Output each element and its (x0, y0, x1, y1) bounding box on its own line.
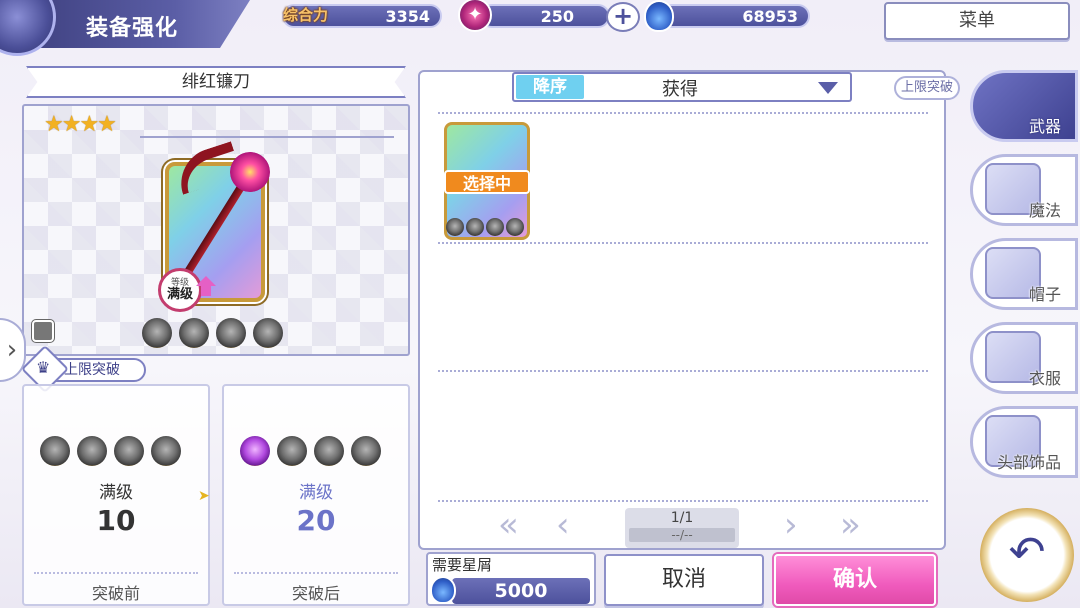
flower-icon (230, 152, 270, 192)
after-level-label: 满级 (299, 483, 333, 503)
tab-head-accessory[interactable]: 头部饰品 (970, 406, 1078, 478)
menu-button[interactable]: 菜单 (884, 2, 1070, 40)
divider (438, 112, 928, 114)
limit-break-gem-icon (506, 218, 524, 236)
rarity-stars: ★★★★ (44, 112, 117, 137)
sort-order-toggle[interactable]: 降序 (516, 75, 584, 99)
after-level-value: 20 (296, 504, 336, 537)
after-breakthrough-panel: 满级 20 突破后 (222, 384, 410, 606)
power-value: 3354 (385, 7, 430, 26)
page-number: 1/1 (670, 510, 694, 526)
limit-break-gem-icon (216, 318, 246, 348)
tab-hat[interactable]: 帽子 (970, 238, 1078, 310)
stardust-bar: 68953 (660, 4, 810, 28)
power-label: 综合力 (283, 6, 329, 24)
limit-break-gem-icon (40, 436, 70, 466)
gem-bar: 250 (480, 4, 610, 28)
limit-break-gem-icon (253, 318, 283, 348)
stardust-bottle-icon (644, 0, 674, 32)
cost-label: 需要星屑 (432, 556, 493, 574)
limit-break-gem-icon (446, 218, 464, 236)
confirm-button[interactable]: 确认 (774, 554, 936, 606)
tab-label: 衣服 (1028, 369, 1061, 388)
tab-label: 帽子 (1028, 285, 1061, 304)
before-level-label: 满级 (99, 483, 133, 503)
level-badge-main: 满级 (166, 287, 193, 302)
limit-break-gem-icon (486, 218, 504, 236)
selected-badge: 选择中 (444, 170, 530, 194)
limit-break-filter-button[interactable]: 上限突破 (894, 76, 960, 100)
prev-page-icon[interactable]: ‹ (556, 508, 570, 542)
limit-break-gem-icon (314, 436, 344, 466)
limit-break-gem-icon (114, 436, 144, 466)
stardust-bottle-icon (430, 576, 456, 604)
stardust-value: 68953 (742, 7, 798, 26)
divider (438, 370, 928, 372)
before-breakthrough-panel: 满级 10 突破前 (22, 384, 210, 606)
tab-label: 魔法 (1028, 201, 1061, 220)
limit-break-gem-icon (179, 318, 209, 348)
last-page-icon[interactable]: » (840, 508, 861, 542)
limit-break-gem-icon (151, 436, 181, 466)
cost-value: 5000 (452, 578, 590, 604)
divider (438, 500, 928, 502)
after-slots (240, 436, 388, 470)
sort-selected-value[interactable]: 获得 (600, 75, 760, 101)
item-slots (446, 218, 526, 240)
lock-icon[interactable] (32, 320, 54, 342)
page-indicator: 1/1 --/-- (625, 508, 739, 548)
limit-break-gem-icon (277, 436, 307, 466)
level-badge: 等级 满级 (158, 268, 202, 312)
page-sub: --/-- (629, 528, 735, 542)
chevron-down-icon[interactable] (818, 82, 838, 94)
divider (34, 572, 198, 574)
cancel-button[interactable]: 取消 (604, 554, 764, 606)
after-label: 突破后 (291, 584, 340, 603)
back-button[interactable]: ↶ (980, 508, 1074, 602)
limit-break-gem-icon (466, 218, 484, 236)
tab-magic[interactable]: 魔法 (970, 154, 1078, 226)
before-level-value: 10 (96, 504, 136, 537)
arrow-right-icon: ➤ (198, 488, 210, 504)
next-page-icon[interactable]: › (784, 508, 798, 542)
first-page-icon[interactable]: « (498, 508, 519, 542)
page-title: 装备强化 (86, 16, 179, 41)
divider (234, 572, 398, 574)
gem-value: 250 (540, 7, 574, 26)
divider (438, 242, 928, 244)
limit-break-gem-icon (142, 318, 172, 348)
tab-label: 头部饰品 (996, 453, 1061, 472)
before-label: 突破前 (91, 584, 140, 603)
crown-icon: ♛ (36, 358, 51, 377)
divider (140, 136, 394, 138)
limit-break-gem-icon (77, 436, 107, 466)
tab-label: 武器 (1028, 117, 1061, 136)
tab-clothes[interactable]: 衣服 (970, 322, 1078, 394)
limit-break-gem-active-icon (240, 436, 270, 466)
add-gems-button[interactable]: + (606, 2, 640, 32)
tab-weapon[interactable]: 武器 (970, 70, 1078, 142)
limit-break-slots (142, 318, 290, 352)
before-slots (40, 436, 188, 470)
limit-break-gem-icon (351, 436, 381, 466)
item-name: 绯红镰刀 (26, 66, 406, 98)
